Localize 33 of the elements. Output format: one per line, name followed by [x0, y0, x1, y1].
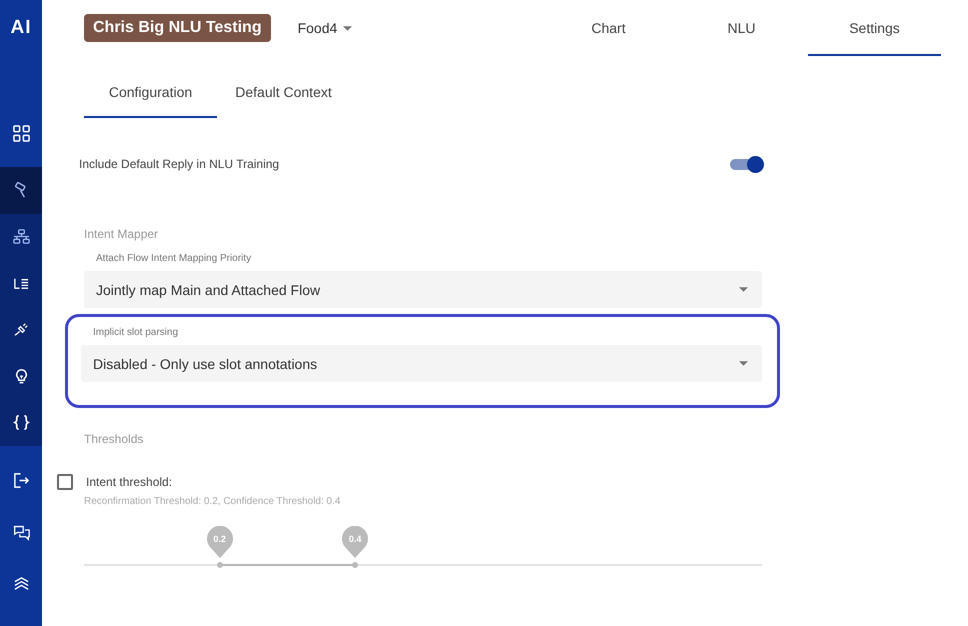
- checkbox-label: Intent threshold:: [86, 475, 172, 489]
- section-title: Thresholds: [84, 432, 144, 446]
- checkbox[interactable]: [57, 474, 73, 490]
- plug-icon: [12, 321, 30, 338]
- select-field[interactable]: Disabled - Only use slot annotations: [81, 345, 762, 382]
- chat-icon: [12, 524, 30, 540]
- logo: AI: [10, 16, 32, 40]
- field-label: Implicit slot parsing: [93, 327, 180, 338]
- section-tab[interactable]: Configuration: [84, 68, 217, 118]
- caret-icon: [343, 26, 352, 30]
- select-field[interactable]: Jointly map Main and Attached Flow: [84, 271, 762, 308]
- page-tab[interactable]: Settings: [808, 0, 941, 56]
- flow-dropdown[interactable]: Food4: [298, 20, 352, 36]
- slider-thumb[interactable]: [352, 562, 358, 568]
- layers-icon: [12, 576, 30, 592]
- slider-thumb[interactable]: [216, 562, 223, 568]
- caret-icon: [739, 287, 748, 292]
- setting-label: Include Default Reply in NLU Training: [79, 157, 280, 171]
- page-tab[interactable]: Chart: [542, 0, 675, 56]
- caret-icon: [739, 361, 748, 366]
- section-tab[interactable]: Default Context: [217, 68, 350, 118]
- grid-icon: [12, 124, 30, 142]
- sitemap-icon: [12, 228, 30, 246]
- field-label: Attach Flow Intent Mapping Priority: [96, 253, 252, 264]
- brush-nav-item[interactable]: [0, 167, 42, 214]
- project-badge: Chris Big NLU Testing: [84, 14, 271, 42]
- exit-icon: [12, 472, 30, 488]
- value-pin: 0.2: [206, 526, 233, 558]
- section-title: Intent Mapper: [84, 227, 160, 241]
- threshold-description: Reconfirmation Threshold: 0.2, Confidence Threshold: 0.4: [84, 496, 342, 507]
- page-tab[interactable]: NLU: [675, 0, 808, 56]
- braces-icon: [12, 414, 30, 432]
- value-pin: 0.4: [342, 526, 368, 558]
